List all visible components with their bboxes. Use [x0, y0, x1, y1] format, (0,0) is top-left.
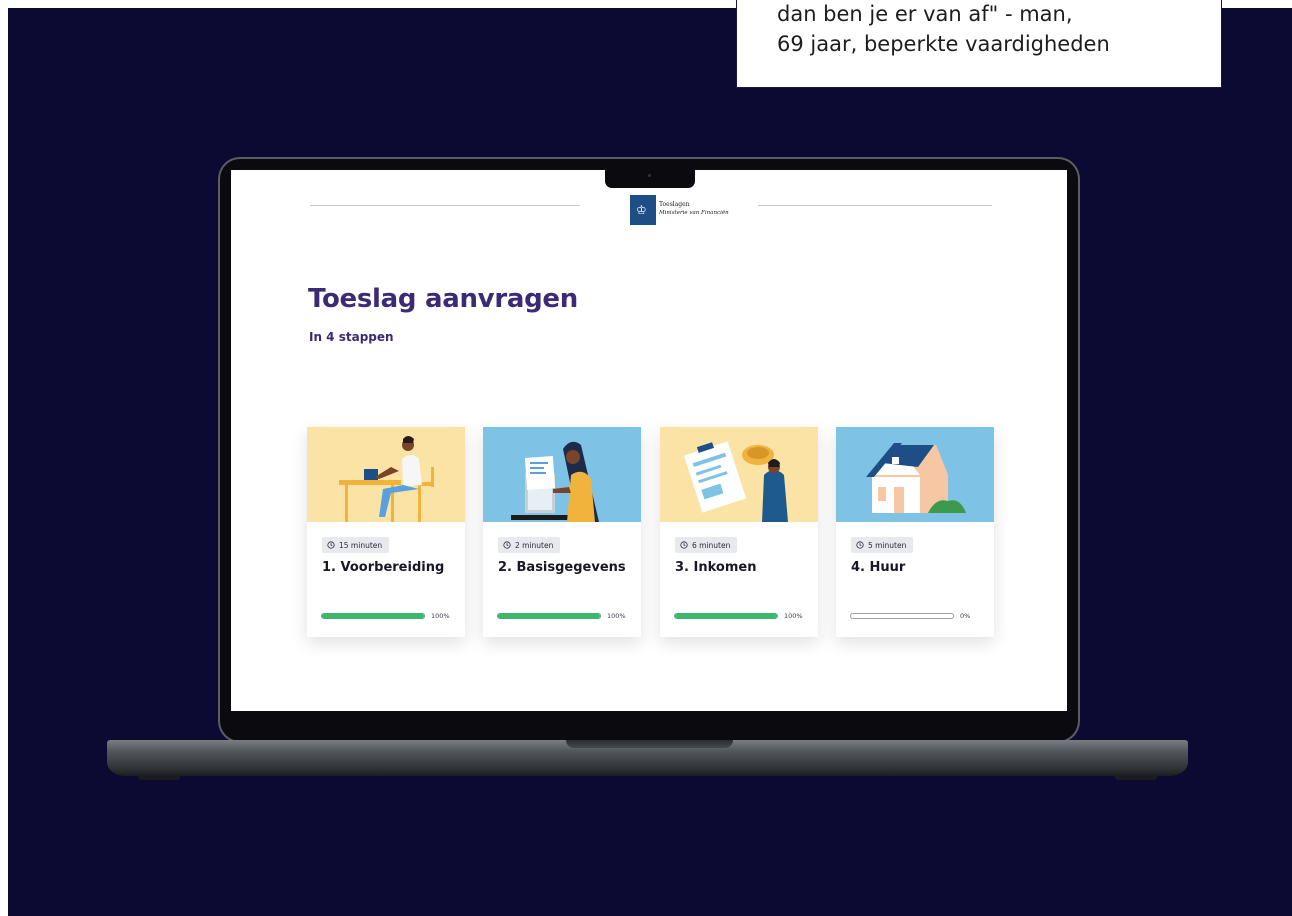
- camera-notch: [605, 170, 695, 188]
- logo[interactable]: ♔: [630, 195, 656, 225]
- laptop-base: [107, 740, 1188, 776]
- duration-text: 15 minuten: [339, 540, 383, 550]
- clock-icon: [680, 541, 688, 549]
- laptop-screen: ♔ Toeslagen Ministerie van Financiën Toe…: [231, 170, 1067, 711]
- quote-box: dan ben je er van af" - man, 69 jaar, be…: [736, 0, 1222, 88]
- progress-bar-fill: [498, 614, 600, 618]
- progress-bar: [321, 613, 425, 619]
- step-illustration-rent: [836, 427, 994, 522]
- logo-line-1: Toeslagen: [659, 201, 690, 208]
- step-card-basisgegevens[interactable]: 2 minuten 2. Basisgegevens 100%: [483, 427, 641, 637]
- progress-label: 0%: [960, 612, 971, 620]
- quote-line-2: 69 jaar, beperkte vaardigheden: [777, 32, 1110, 56]
- step-card-voorbereiding[interactable]: 15 minuten 1. Voorbereiding 100%: [307, 427, 465, 637]
- duration-badge: 15 minuten: [322, 537, 390, 553]
- duration-text: 2 minuten: [515, 540, 554, 550]
- step-illustration-income: [660, 427, 818, 522]
- step-title: 1. Voorbereiding: [322, 560, 445, 575]
- clock-icon: [327, 541, 335, 549]
- duration-text: 6 minuten: [692, 540, 731, 550]
- laptop-foot-right: [1115, 776, 1157, 780]
- logo-text: Toeslagen Ministerie van Financiën: [659, 201, 729, 217]
- page-subtitle: In 4 stappen: [309, 330, 394, 344]
- step-card-huur[interactable]: 5 minuten 4. Huur 0%: [836, 427, 994, 637]
- progress-bar: [674, 613, 778, 619]
- logo-line-2: Ministerie van Financiën: [659, 210, 729, 216]
- step-card-inkomen[interactable]: 6 minuten 3. Inkomen 100%: [660, 427, 818, 637]
- laptop-foot-left: [138, 776, 180, 780]
- progress-label: 100%: [607, 612, 626, 620]
- duration-badge: 5 minuten: [851, 537, 914, 553]
- duration-text: 5 minuten: [868, 540, 907, 550]
- header-divider-right: [758, 205, 992, 206]
- step-illustration-preparation: [307, 427, 465, 522]
- progress-bar: [497, 613, 601, 619]
- quote-line-1: dan ben je er van af" - man,: [777, 2, 1073, 26]
- trackpad-opening: [566, 740, 733, 748]
- clock-icon: [503, 541, 511, 549]
- royal-crest-icon: ♔: [636, 203, 647, 217]
- progress-label: 100%: [784, 612, 803, 620]
- header-divider-left: [310, 205, 580, 206]
- progress-label: 100%: [431, 612, 450, 620]
- duration-badge: 2 minuten: [498, 537, 561, 553]
- step-title: 3. Inkomen: [675, 560, 757, 575]
- step-title: 4. Huur: [851, 560, 906, 575]
- step-title: 2. Basisgegevens: [498, 560, 626, 575]
- page-title: Toeslag aanvragen: [308, 284, 578, 314]
- duration-badge: 6 minuten: [675, 537, 738, 553]
- progress-bar: [850, 613, 954, 619]
- step-illustration-basic-data: [483, 427, 641, 522]
- progress-bar-fill: [322, 614, 424, 618]
- progress-bar-fill: [675, 614, 777, 618]
- clock-icon: [856, 541, 864, 549]
- camera-icon: [648, 174, 651, 177]
